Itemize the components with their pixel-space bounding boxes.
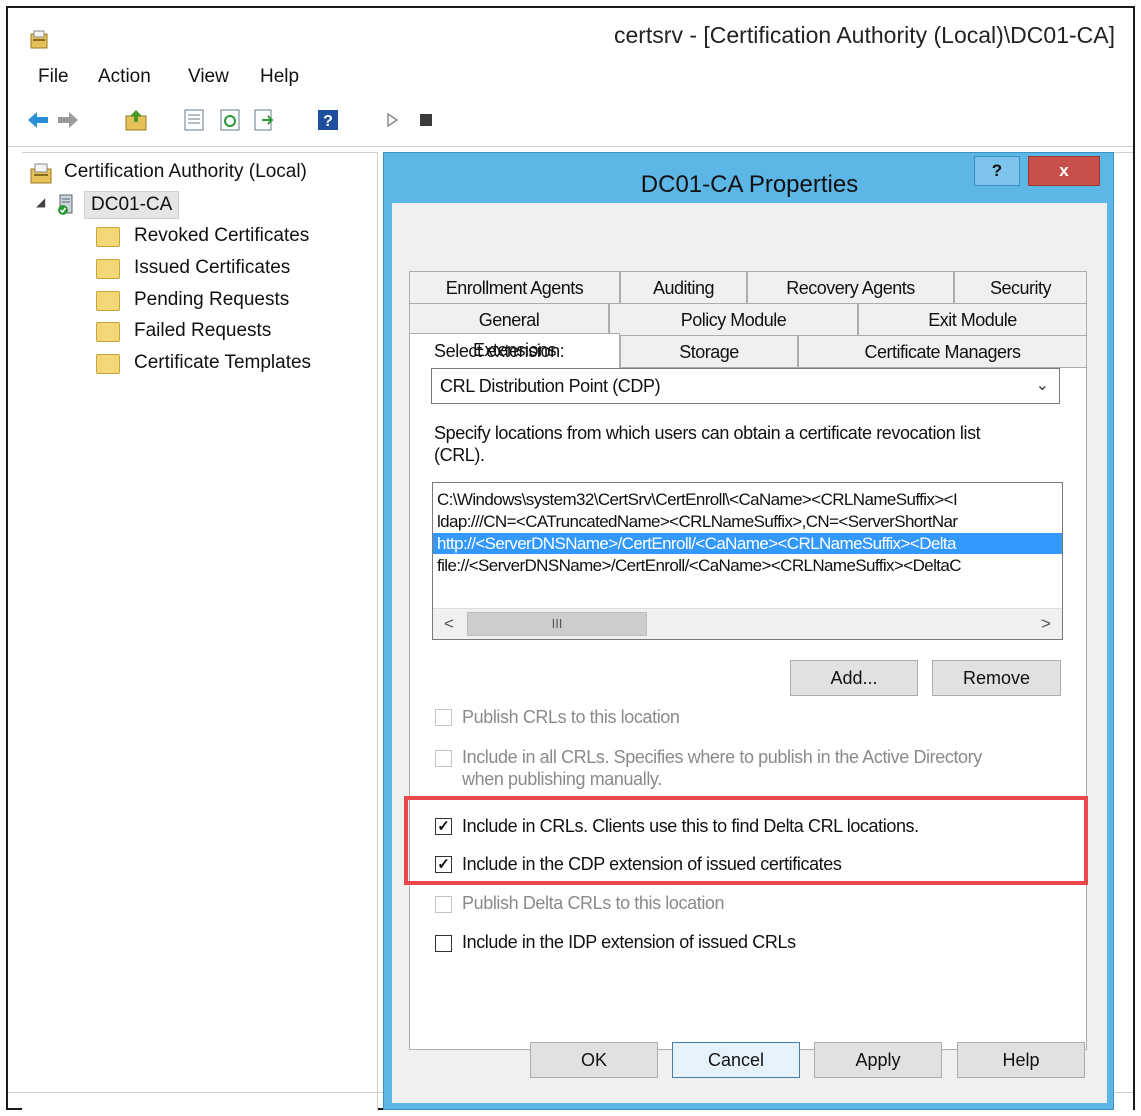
tab-general[interactable]: General: [409, 303, 609, 335]
dialog-help-button[interactable]: ?: [974, 156, 1020, 186]
menu-bar: File Action View Help: [8, 62, 1133, 98]
svg-text:?: ?: [323, 113, 333, 130]
tab-enrollment-agents[interactable]: Enrollment Agents: [409, 271, 620, 303]
menu-view[interactable]: View: [188, 66, 229, 88]
tab-extensions[interactable]: Extensions: [409, 333, 620, 369]
properties-icon[interactable]: [182, 108, 206, 132]
tab-exit-module[interactable]: Exit Module: [858, 303, 1087, 335]
help-icon[interactable]: ?: [316, 108, 340, 132]
tab-auditing[interactable]: Auditing: [620, 271, 747, 303]
back-arrow-icon[interactable]: [26, 108, 50, 132]
tree-ca-node[interactable]: DC01-CA: [84, 191, 180, 219]
folder-icon: [96, 227, 120, 247]
toolbar: ?: [8, 100, 1133, 147]
refresh-icon[interactable]: [218, 108, 242, 132]
tree-item-failed-requests[interactable]: Failed Requests: [134, 320, 271, 342]
window-title: certsrv - [Certification Authority (Loca…: [613, 22, 1115, 48]
menu-action[interactable]: Action: [98, 66, 151, 88]
folder-icon: [96, 354, 120, 374]
tree-item-revoked-certificates[interactable]: Revoked Certificates: [134, 225, 309, 247]
console-tree: Certification Authority (Local) ◢ DC01-C…: [22, 152, 378, 1111]
extensions-tab-panel: [409, 367, 1087, 1050]
up-folder-icon[interactable]: [124, 108, 148, 132]
certsrv-app-icon: [30, 30, 48, 49]
folder-icon: [96, 322, 120, 342]
tab-security[interactable]: Security: [954, 271, 1087, 303]
tab-recovery-agents[interactable]: Recovery Agents: [747, 271, 954, 303]
tree-item-issued-certificates[interactable]: Issued Certificates: [134, 257, 290, 279]
export-icon[interactable]: [252, 108, 276, 132]
dialog-body: Enrollment Agents Auditing Recovery Agen…: [392, 203, 1107, 1103]
dialog-close-button[interactable]: x: [1028, 156, 1100, 186]
results-pane-edge: [1114, 152, 1133, 1111]
title-bar: certsrv - [Certification Authority (Loca…: [8, 8, 1133, 60]
tab-policy-module[interactable]: Policy Module: [609, 303, 858, 335]
properties-dialog: DC01-CA Properties ? x Enrollment Agents…: [383, 152, 1114, 1110]
annotation-highlight-box: [404, 796, 1088, 885]
menu-file[interactable]: File: [38, 66, 69, 88]
folder-icon: [96, 291, 120, 311]
expand-arrow-icon[interactable]: ◢: [36, 195, 45, 209]
folder-icon: [96, 259, 120, 279]
certification-authority-icon: [30, 163, 52, 184]
ca-server-icon: [58, 194, 73, 215]
start-icon[interactable]: [380, 108, 404, 132]
stop-icon[interactable]: [414, 108, 438, 132]
tree-item-certificate-templates[interactable]: Certificate Templates: [134, 352, 311, 374]
tree-item-pending-requests[interactable]: Pending Requests: [134, 289, 289, 311]
tab-storage[interactable]: Storage: [620, 335, 798, 367]
forward-arrow-icon[interactable]: [56, 108, 80, 132]
menu-help[interactable]: Help: [260, 66, 299, 88]
tab-certificate-managers[interactable]: Certificate Managers: [798, 335, 1087, 367]
tree-root-label[interactable]: Certification Authority (Local): [64, 161, 307, 183]
